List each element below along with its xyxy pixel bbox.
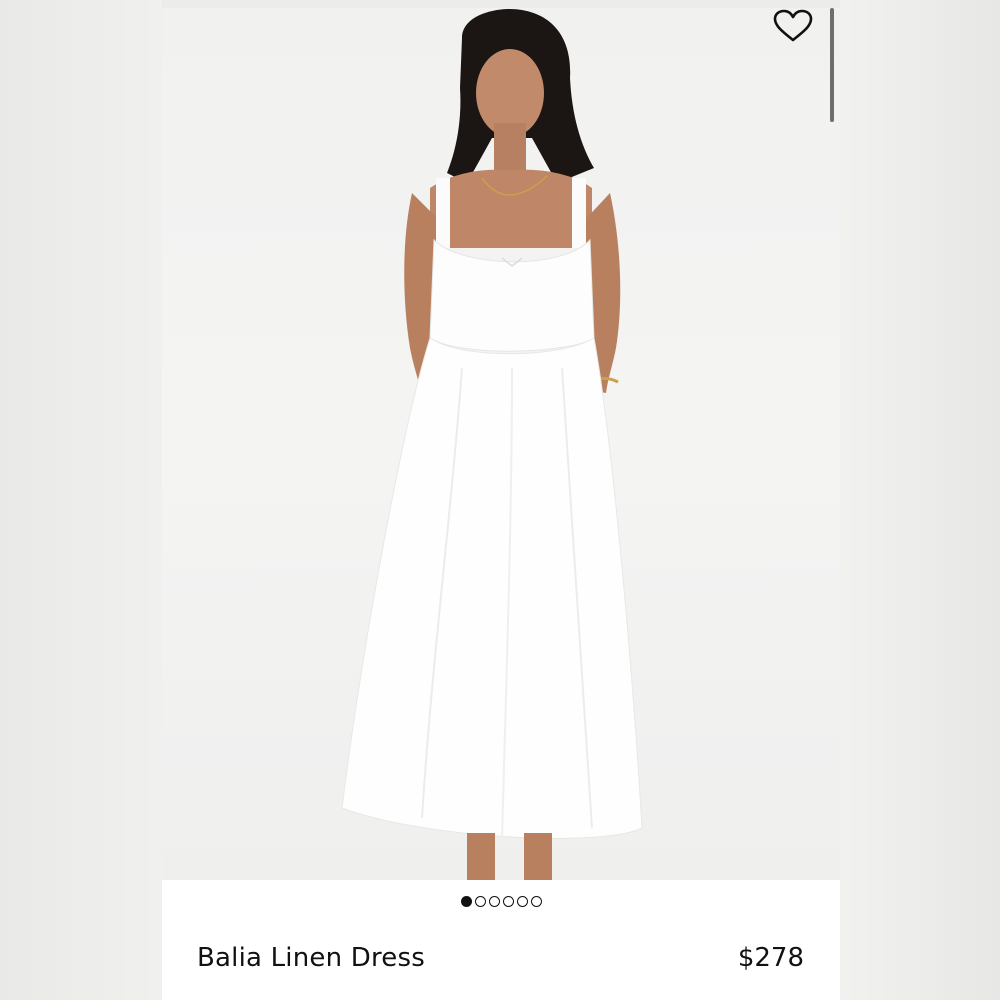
product-info: Balia Linen Dress $278 xyxy=(162,938,840,988)
backdrop-left xyxy=(0,0,162,1000)
dress-photo xyxy=(341,8,643,880)
scrollbar[interactable] xyxy=(830,8,834,122)
product-name[interactable]: Balia Linen Dress xyxy=(197,943,425,973)
pagination-dot-2[interactable] xyxy=(474,895,486,907)
product-image[interactable] xyxy=(162,8,840,880)
pagination-dot-6[interactable] xyxy=(530,895,542,907)
favorite-button[interactable] xyxy=(768,8,818,48)
backdrop-right xyxy=(840,0,1000,1000)
image-pagination-dots xyxy=(162,892,840,910)
pagination-dot-5[interactable] xyxy=(516,895,528,907)
product-price: $278 xyxy=(737,943,804,973)
heart-outline-icon xyxy=(773,9,813,48)
pagination-dot-3[interactable] xyxy=(488,895,500,907)
product-screen: Balia Linen Dress $278 xyxy=(162,8,840,1000)
pagination-dot-4[interactable] xyxy=(502,895,514,907)
pagination-dot-1[interactable] xyxy=(460,895,472,907)
